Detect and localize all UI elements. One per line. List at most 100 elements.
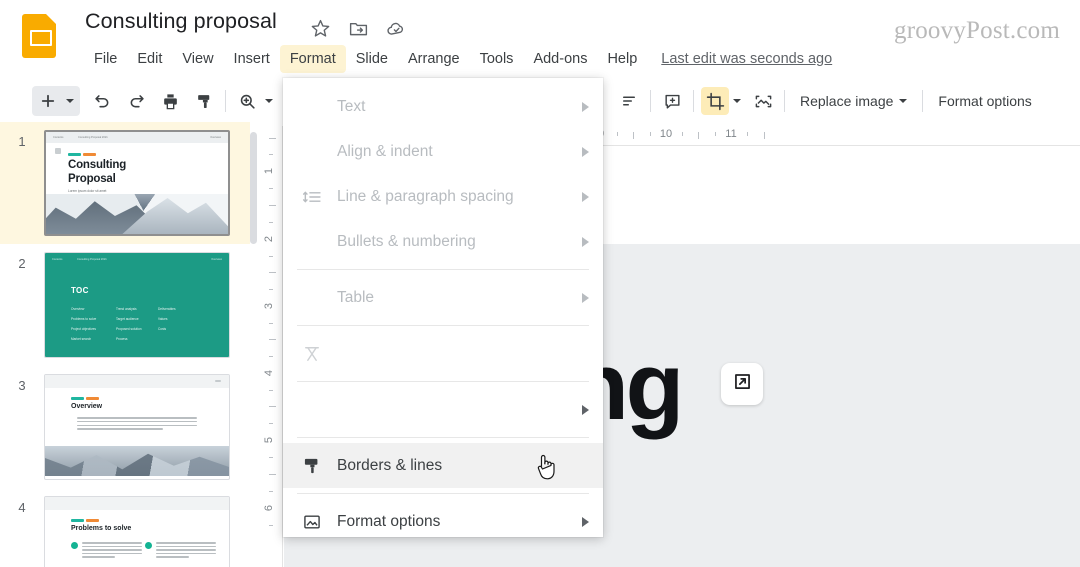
format-options-icon — [301, 455, 323, 477]
menu-item-format-options[interactable]: Borders & lines — [283, 443, 603, 488]
thumb2-header-mid: Consulting Proposal 2021 — [77, 258, 107, 261]
bullet-dot-icon — [145, 542, 152, 549]
format-menu-dropdown[interactable]: Text Align & indent Line & paragraph spa… — [283, 78, 603, 537]
menu-help[interactable]: Help — [597, 45, 647, 73]
slide-number: 3 — [18, 378, 26, 393]
crop-button[interactable] — [701, 87, 729, 115]
clear-formatting-icon — [301, 343, 323, 365]
title-bar: Consulting proposal File Edit View Inser… — [0, 0, 1080, 80]
undo-button[interactable] — [88, 87, 116, 115]
menu-insert[interactable]: Insert — [224, 45, 280, 73]
google-slides-icon — [22, 14, 56, 58]
accent-bars — [71, 397, 99, 400]
logo-placeholder-icon — [55, 148, 61, 154]
accent-bars — [71, 519, 99, 522]
slide-thumbnail-1[interactable]: 1 Contents Consulting Proposal 2021 Over… — [0, 122, 250, 244]
menu-separator — [297, 269, 589, 270]
crop-icon — [706, 92, 725, 111]
menu-item-line-paragraph-spacing[interactable]: Line & paragraph spacing — [283, 174, 603, 219]
list-icon[interactable] — [615, 87, 643, 115]
page-title[interactable]: Consulting proposal — [85, 9, 277, 34]
redo-button[interactable] — [122, 87, 150, 115]
menu-item-clear-formatting[interactable] — [283, 331, 603, 376]
format-options-toolbar-button[interactable]: Format options — [930, 88, 1039, 114]
paint-format-button[interactable] — [190, 87, 218, 115]
cloud-saved-icon[interactable] — [386, 18, 407, 39]
star-icon[interactable] — [310, 18, 331, 39]
menu-arrange[interactable]: Arrange — [398, 45, 470, 73]
add-comment-button[interactable] — [658, 87, 686, 115]
submenu-arrow-icon — [582, 292, 589, 303]
toc-entry: Target audience — [116, 317, 139, 321]
menu-item-image[interactable]: Format options — [283, 499, 603, 544]
menu-edit[interactable]: Edit — [127, 45, 172, 73]
mask-image-button[interactable] — [749, 87, 777, 115]
menu-view[interactable]: View — [172, 45, 223, 73]
zoom-dropdown-caret[interactable] — [261, 87, 277, 115]
menu-slide[interactable]: Slide — [346, 45, 398, 73]
slide-thumbnail-4[interactable]: 4 Problems to solve — [0, 488, 250, 567]
replace-image-button[interactable]: Replace image — [792, 88, 915, 114]
slides-app-window: Consulting proposal File Edit View Inser… — [0, 0, 1080, 567]
open-in-new-button[interactable] — [721, 363, 763, 405]
menu-separator — [297, 381, 589, 382]
thumbnail-canvas: Problems to solve — [44, 496, 230, 567]
menu-item-table[interactable]: Table — [283, 275, 603, 320]
menu-separator — [297, 493, 589, 494]
toc-entry: Problems to solve — [71, 317, 97, 321]
menu-addons[interactable]: Add-ons — [523, 45, 597, 73]
submenu-arrow-icon — [582, 146, 589, 157]
print-icon — [161, 92, 180, 111]
vertical-ruler[interactable]: 1 2 3 4 5 6 — [263, 126, 283, 567]
slide-filmstrip[interactable]: 1 Contents Consulting Proposal 2021 Over… — [0, 122, 263, 567]
crop-dropdown-caret[interactable] — [729, 87, 745, 115]
chevron-down-icon[interactable] — [62, 87, 78, 115]
menu-item-borders-lines[interactable] — [283, 387, 603, 432]
ruler-v-tick-2: 2 — [263, 235, 276, 243]
toc-entry: Costs — [158, 327, 167, 331]
thumb1-header-mid: Consulting Proposal 2021 — [78, 136, 108, 139]
blank-icon — [301, 287, 323, 309]
ruler-v-tick-3: 3 — [263, 302, 276, 310]
new-slide-button[interactable] — [32, 86, 80, 116]
undo-icon — [93, 92, 112, 111]
slide-thumbnail-2[interactable]: 2 Contents Consulting Proposal 2021 Over… — [0, 244, 250, 366]
last-edit-link[interactable]: Last edit was seconds ago — [661, 51, 832, 67]
menu-item-label: Format options — [337, 512, 441, 530]
menu-item-label: Align & indent — [337, 142, 433, 160]
mask-image-icon — [754, 92, 773, 111]
slide-thumbnail-3[interactable]: 3 Overview — [0, 366, 250, 488]
slide-number: 2 — [18, 256, 26, 271]
menu-item-bullets-numbering[interactable]: Bullets & numbering — [283, 219, 603, 264]
move-to-folder-icon[interactable] — [348, 18, 369, 39]
slide-number: 4 — [18, 500, 26, 515]
submenu-arrow-icon — [582, 191, 589, 202]
menu-item-align-indent[interactable]: Align & indent — [283, 129, 603, 174]
replace-image-label: Replace image — [800, 93, 894, 109]
thumbnail-canvas: Contents Consulting Proposal 2021 Overvi… — [44, 130, 230, 236]
menu-item-text[interactable]: Text — [283, 84, 603, 129]
ruler-h-tick-11: 11 — [725, 128, 737, 140]
menu-separator — [297, 325, 589, 326]
menu-format[interactable]: Format — [279, 45, 346, 73]
title-icon-group — [310, 18, 407, 39]
toc-entry: Process — [116, 337, 128, 341]
chevron-down-icon — [899, 99, 908, 103]
thumb3-title: Overview — [71, 403, 103, 410]
menu-file[interactable]: File — [84, 45, 127, 73]
toc-entry: Overview — [71, 307, 85, 311]
paint-format-icon — [195, 92, 214, 111]
toc-entry: Proposed solution — [116, 327, 142, 331]
submenu-arrow-icon — [582, 101, 589, 112]
submenu-arrow-icon — [582, 236, 589, 247]
print-button[interactable] — [156, 87, 184, 115]
filmstrip-scrollbar[interactable] — [250, 132, 257, 244]
zoom-button[interactable] — [233, 87, 261, 115]
thumb2-header-left: Contents — [52, 258, 63, 261]
toc-entry: Trend analysis — [116, 307, 137, 311]
ruler-h-tick-10: 10 — [659, 128, 673, 140]
menu-item-label: Table — [337, 288, 375, 306]
menu-tools[interactable]: Tools — [470, 45, 524, 73]
add-comment-icon — [663, 92, 682, 111]
thumb1-title: Consulting Proposal — [68, 159, 127, 185]
